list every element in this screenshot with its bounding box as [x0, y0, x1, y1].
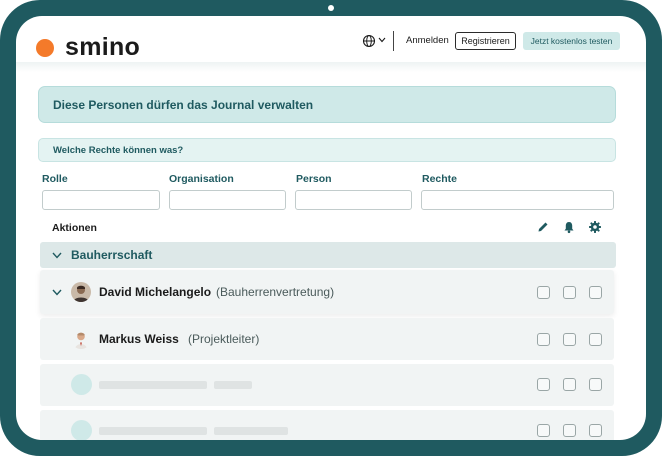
login-link[interactable]: Anmelden: [406, 35, 449, 46]
actions-label: Aktionen: [52, 222, 97, 234]
edit-right-checkbox[interactable]: [537, 378, 550, 391]
person-name: Markus Weiss: [99, 332, 179, 346]
person-row[interactable]: David Michelangelo (Bauherrenvertretung): [40, 270, 614, 314]
logo-text: smino: [65, 33, 141, 61]
edit-right-checkbox[interactable]: [537, 286, 550, 299]
avatar: [71, 282, 91, 302]
filter-label-role: Rolle: [42, 173, 68, 185]
settings-right-checkbox[interactable]: [589, 424, 602, 437]
settings-right-checkbox[interactable]: [589, 333, 602, 346]
person-role: (Projektleiter): [188, 332, 260, 346]
person-name: David Michelangelo: [99, 285, 212, 299]
edit-right-checkbox[interactable]: [537, 333, 550, 346]
filter-label-organisation: Organisation: [169, 173, 234, 185]
chevron-down-icon[interactable]: [52, 252, 62, 259]
placeholder-row: [40, 364, 614, 406]
bell-icon[interactable]: [562, 220, 576, 234]
rights-info-toggle[interactable]: Welche Rechte können was?: [38, 138, 616, 162]
camera-dot: [328, 5, 334, 11]
register-button[interactable]: Registrieren: [455, 32, 516, 50]
rights-filter-input[interactable]: [421, 190, 614, 210]
header-shadow: [16, 62, 646, 72]
settings-right-checkbox[interactable]: [589, 286, 602, 299]
group-title: Bauherrschaft: [71, 248, 153, 262]
person-role: (Bauherrenvertretung): [216, 285, 335, 299]
chevron-down-icon[interactable]: [52, 289, 62, 296]
placeholder-role: [214, 381, 252, 389]
placeholder-avatar: [71, 374, 92, 395]
placeholder-name: [99, 381, 207, 389]
placeholder-row: [40, 410, 614, 440]
header-divider: [393, 31, 394, 51]
gear-icon[interactable]: [588, 220, 602, 234]
pencil-icon[interactable]: [536, 220, 550, 234]
group-header-bauherrschaft[interactable]: Bauherrschaft: [40, 242, 616, 268]
app-screen: smino Anmelden Registrieren Jetzt kosten…: [16, 16, 646, 440]
role-filter-input[interactable]: [42, 190, 160, 210]
logo-dot: [36, 38, 54, 57]
person-filter-input[interactable]: [295, 190, 412, 210]
filter-label-person: Person: [296, 173, 332, 185]
chevron-down-icon[interactable]: [378, 37, 386, 43]
free-trial-button[interactable]: Jetzt kostenlos testen: [523, 32, 620, 50]
placeholder-name: [99, 427, 207, 435]
notify-right-checkbox[interactable]: [563, 424, 576, 437]
placeholder-avatar: [71, 420, 92, 440]
organisation-filter-input[interactable]: [169, 190, 286, 210]
journal-managers-banner: Diese Personen dürfen das Journal verwal…: [38, 86, 616, 123]
person-row[interactable]: Markus Weiss (Projektleiter): [40, 318, 614, 360]
placeholder-role: [214, 427, 288, 435]
edit-right-checkbox[interactable]: [537, 424, 550, 437]
tablet-frame: smino Anmelden Registrieren Jetzt kosten…: [0, 0, 662, 456]
notify-right-checkbox[interactable]: [563, 378, 576, 391]
settings-right-checkbox[interactable]: [589, 378, 602, 391]
globe-icon[interactable]: [362, 34, 376, 48]
filter-label-rights: Rechte: [422, 173, 458, 185]
notify-right-checkbox[interactable]: [563, 333, 576, 346]
notify-right-checkbox[interactable]: [563, 286, 576, 299]
logo[interactable]: smino: [36, 33, 140, 62]
avatar: [71, 329, 91, 349]
